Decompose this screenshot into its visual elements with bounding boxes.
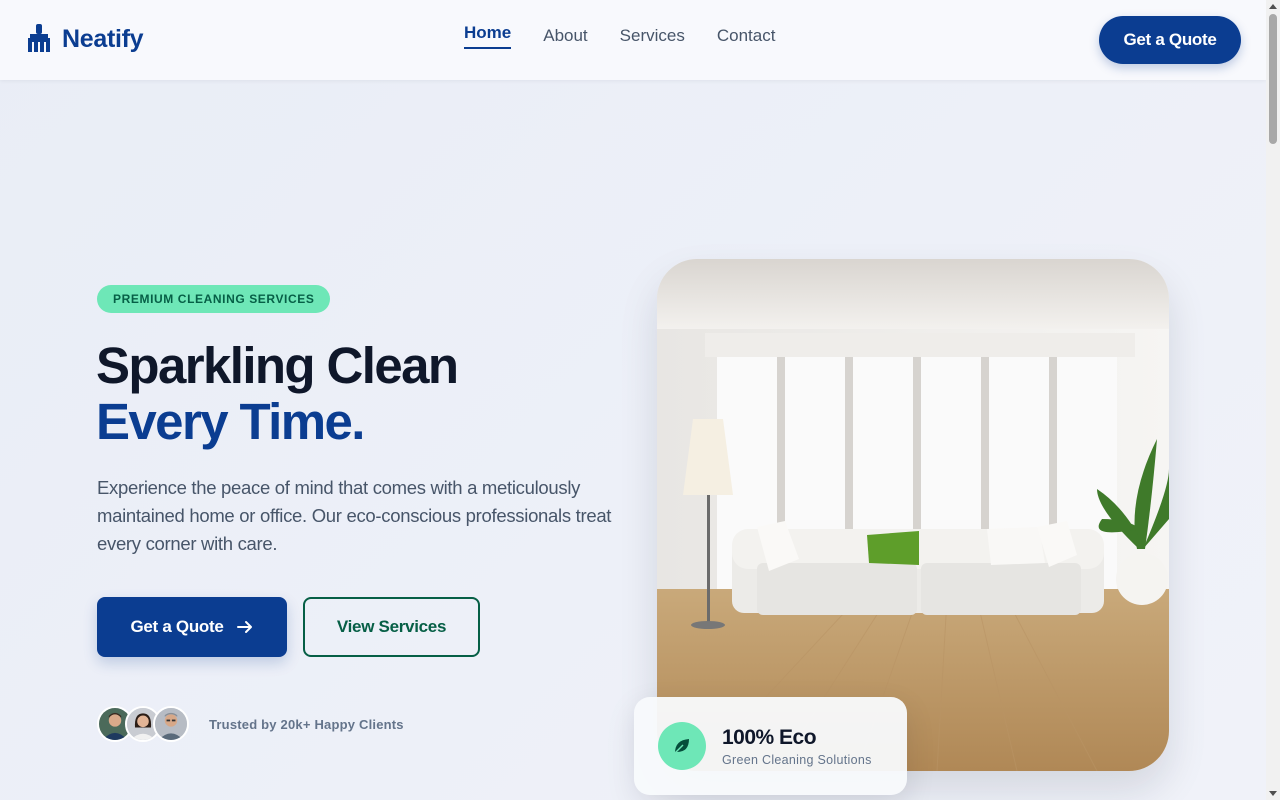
hero-get-quote-label: Get a Quote [130, 617, 224, 636]
client-avatars [97, 706, 189, 742]
main-nav: Home About Services Contact [464, 23, 776, 52]
site-header: Neatify Home About Services Contact Get … [0, 0, 1266, 80]
trust-text: Trusted by 20k+ Happy Clients [209, 717, 404, 732]
hero-description: Experience the peace of mind that comes … [97, 477, 612, 554]
headline-line-2: Every Time. [96, 393, 365, 450]
scroll-up-arrow-icon[interactable] [1269, 4, 1277, 9]
scroll-thumb[interactable] [1269, 14, 1277, 144]
scroll-down-arrow-icon[interactable] [1269, 791, 1277, 796]
hero-badge: PREMIUM CLEANING SERVICES [97, 285, 331, 313]
eco-title: 100% Eco [722, 726, 817, 749]
broom-icon [28, 24, 50, 52]
living-room-photo [657, 259, 1169, 771]
eco-card: 100% Eco Green Cleaning Solutions [634, 697, 907, 795]
hero-headline: Sparkling Clean Every Time. [96, 337, 459, 450]
headline-line-1: Sparkling Clean [96, 337, 459, 394]
eco-icon-circle [658, 722, 706, 770]
logo[interactable]: Neatify [26, 24, 144, 54]
header-get-quote-button[interactable]: Get a Quote [1099, 16, 1241, 64]
avatar [153, 706, 189, 742]
view-services-button[interactable]: View Services [303, 597, 480, 657]
arrow-right-icon [236, 621, 252, 633]
eco-subtitle: Green Cleaning Solutions [722, 753, 872, 767]
nav-contact[interactable]: Contact [717, 26, 776, 52]
brand-name: Neatify [62, 24, 144, 53]
hero-get-quote-button[interactable]: Get a Quote [97, 597, 287, 657]
page-scrollbar[interactable] [1266, 0, 1280, 800]
nav-home[interactable]: Home [464, 23, 512, 49]
nav-services[interactable]: Services [620, 26, 685, 52]
leaf-icon [674, 739, 689, 754]
nav-about[interactable]: About [543, 26, 587, 52]
